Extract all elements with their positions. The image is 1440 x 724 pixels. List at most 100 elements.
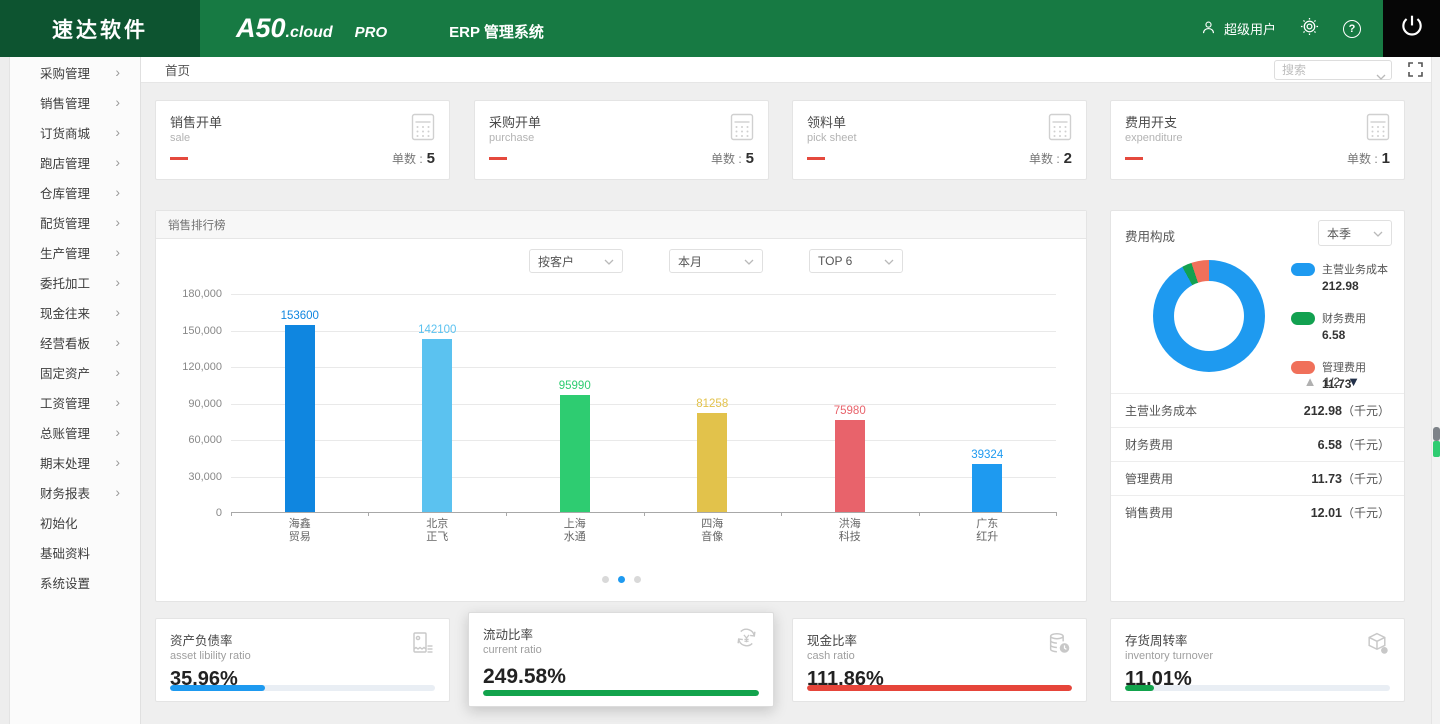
bar-value-label: 142100 (418, 324, 456, 336)
list-item: 销售费用 12.01（千元） (1111, 495, 1404, 529)
sidebar-item-label: 采购管理 (40, 63, 90, 82)
sidebar-item-purchase[interactable]: 采购管理› (0, 57, 140, 87)
kpi-card-cash-ratio[interactable]: 现金比率 cash ratio 111.86% (792, 618, 1087, 702)
logout-button[interactable] (1383, 0, 1440, 57)
dimension-select[interactable]: 按客户 (529, 249, 623, 273)
x-axis-label: 北京正飞 (369, 518, 507, 544)
carousel-dot-active[interactable] (618, 576, 625, 583)
select-value: 按客户 (538, 253, 574, 270)
up-arrow-icon[interactable]: ▲ (1304, 374, 1317, 389)
bar (835, 420, 865, 512)
sidebar-item-payroll[interactable]: 工资管理 › (0, 387, 140, 417)
chevron-right-icon: › (115, 215, 120, 229)
chevron-right-icon: › (115, 305, 120, 319)
select-value: TOP 6 (818, 254, 852, 268)
legend-value: 6.58 (1322, 328, 1388, 342)
accent-dash (807, 157, 825, 160)
fullscreen-icon[interactable] (1408, 62, 1423, 77)
sidebar-item-fixed-assets[interactable]: 固定资产› (0, 357, 140, 387)
sidebar-item-ordering-mall[interactable]: 订货商城› (0, 117, 140, 147)
count-value: 5 (427, 150, 435, 167)
y-axis-tick: 150,000 (182, 325, 222, 337)
sidebar-item-financial-reports[interactable]: 财务报表› (0, 477, 140, 507)
chevron-right-icon: › (115, 485, 120, 499)
expense-unit: （千元） (1342, 438, 1390, 452)
sidebar-item-label: 工资管理 (40, 393, 90, 412)
sidebar-item-general-ledger[interactable]: 总账管理› (0, 417, 140, 447)
sidebar-item-initialization[interactable]: 初始化 (0, 507, 140, 537)
bar-column: 142100北京正飞 (369, 294, 507, 512)
period-select[interactable]: 本月 (669, 249, 763, 273)
x-axis-tick (231, 512, 232, 516)
bar-column: 153600海鑫贸易 (231, 294, 369, 512)
product-suffix: .cloud (286, 24, 333, 42)
legend-swatch (1291, 312, 1315, 325)
select-value: 本月 (678, 253, 702, 270)
chevron-right-icon: › (115, 155, 120, 169)
scrollbar-thumb[interactable] (1433, 427, 1440, 441)
product-name: A50 (236, 13, 286, 44)
count-label: 单数 : (711, 152, 742, 166)
chevron-right-icon: › (115, 395, 120, 409)
chevron-down-icon (604, 254, 614, 268)
sidebar-item-outsourcing[interactable]: 委托加工› (0, 267, 140, 297)
down-arrow-icon[interactable]: ▼ (1347, 374, 1360, 389)
calculator-icon (730, 113, 754, 146)
erp-dashboard: 速达软件 A50 .cloud PRO ERP 管理系统 超级用户 (0, 0, 1440, 724)
sidebar-item-label: 经营看板 (40, 333, 90, 352)
username-label: 超级用户 (1224, 19, 1276, 38)
kpi-title: 流动比率 (483, 624, 773, 643)
header-actions: 超级用户 ? (1200, 17, 1361, 41)
sidebar-item-distribution[interactable]: 配货管理 › (0, 207, 140, 237)
page-scrollbar[interactable] (1431, 57, 1440, 724)
legend-pagination: ▲ 1/2 ▼ (1304, 374, 1360, 389)
stat-card-purchase[interactable]: 采购开单 purchase 单数 :5 (474, 100, 769, 180)
sidebar-item-store-visit[interactable]: 跑店管理› (0, 147, 140, 177)
stat-card-expenditure[interactable]: 费用开支 expenditure 单数 :1 (1110, 100, 1405, 180)
sidebar-item-cash[interactable]: 现金往来› (0, 297, 140, 327)
settings-button[interactable] (1300, 17, 1319, 41)
stat-card-sale[interactable]: 销售开单 sale 单数 :5 (155, 100, 450, 180)
sidebar-item-period-end[interactable]: 期末处理› (0, 447, 140, 477)
sidebar-item-basic-data[interactable]: 基础资料 (0, 537, 140, 567)
kpi-title: 资产负债率 (170, 630, 449, 649)
user-menu[interactable]: 超级用户 (1200, 19, 1276, 39)
breadcrumb[interactable]: 首页 (165, 60, 190, 79)
bar-value-label: 81258 (696, 398, 728, 410)
x-axis-label: 四海音像 (644, 518, 782, 544)
bar-chart-plot: 180,000150,000120,00090,00060,00030,0000… (231, 294, 1056, 513)
x-axis-tick (781, 512, 782, 516)
expense-donut (1153, 260, 1265, 372)
kpi-progress-track (1125, 685, 1390, 691)
carousel-dot[interactable] (634, 576, 641, 583)
sidebar-item-dashboard[interactable]: 经营看板 › (0, 327, 140, 357)
select-value: 本季 (1327, 225, 1351, 242)
pagination-label: 1/2 (1323, 375, 1340, 389)
kpi-card-asset-liability[interactable]: 资产负债率 asset libility ratio 35.96% (155, 618, 450, 702)
legend-item: 主营业务成本 212.98 (1291, 261, 1388, 293)
bar (697, 413, 727, 512)
expense-period-select[interactable]: 本季 (1318, 220, 1392, 246)
search-input[interactable] (1274, 60, 1392, 80)
accent-dash (170, 157, 188, 160)
count-value: 1 (1382, 150, 1390, 167)
legend-swatch (1291, 263, 1315, 276)
help-button[interactable]: ? (1343, 20, 1361, 38)
carousel-dot[interactable] (602, 576, 609, 583)
sidebar-item-warehouse[interactable]: 仓库管理› (0, 177, 140, 207)
topn-select[interactable]: TOP 6 (809, 249, 903, 273)
sidebar-item-label: 配货管理 (40, 213, 90, 232)
kpi-card-inventory-turnover[interactable]: 存货周转率 inventory turnover 11.01% (1110, 618, 1405, 702)
sidebar-item-production[interactable]: 生产管理› (0, 237, 140, 267)
count-value: 2 (1064, 150, 1072, 167)
stat-card-pick-sheet[interactable]: 领料单 pick sheet 单数 :2 (792, 100, 1087, 180)
sidebar-item-label: 订货商城 (40, 123, 90, 142)
chevron-down-icon[interactable] (1376, 67, 1386, 85)
sidebar-item-system-settings[interactable]: 系统设置 (0, 567, 140, 597)
bar-value-label: 75980 (834, 405, 866, 417)
sidebar-item-sales[interactable]: 销售管理› (0, 87, 140, 117)
chevron-right-icon: › (115, 335, 120, 349)
x-axis-tick (919, 512, 920, 516)
legend-label: 管理费用 (1322, 359, 1366, 375)
kpi-card-current-ratio[interactable]: 流动比率 current ratio 249.58% (468, 612, 774, 707)
